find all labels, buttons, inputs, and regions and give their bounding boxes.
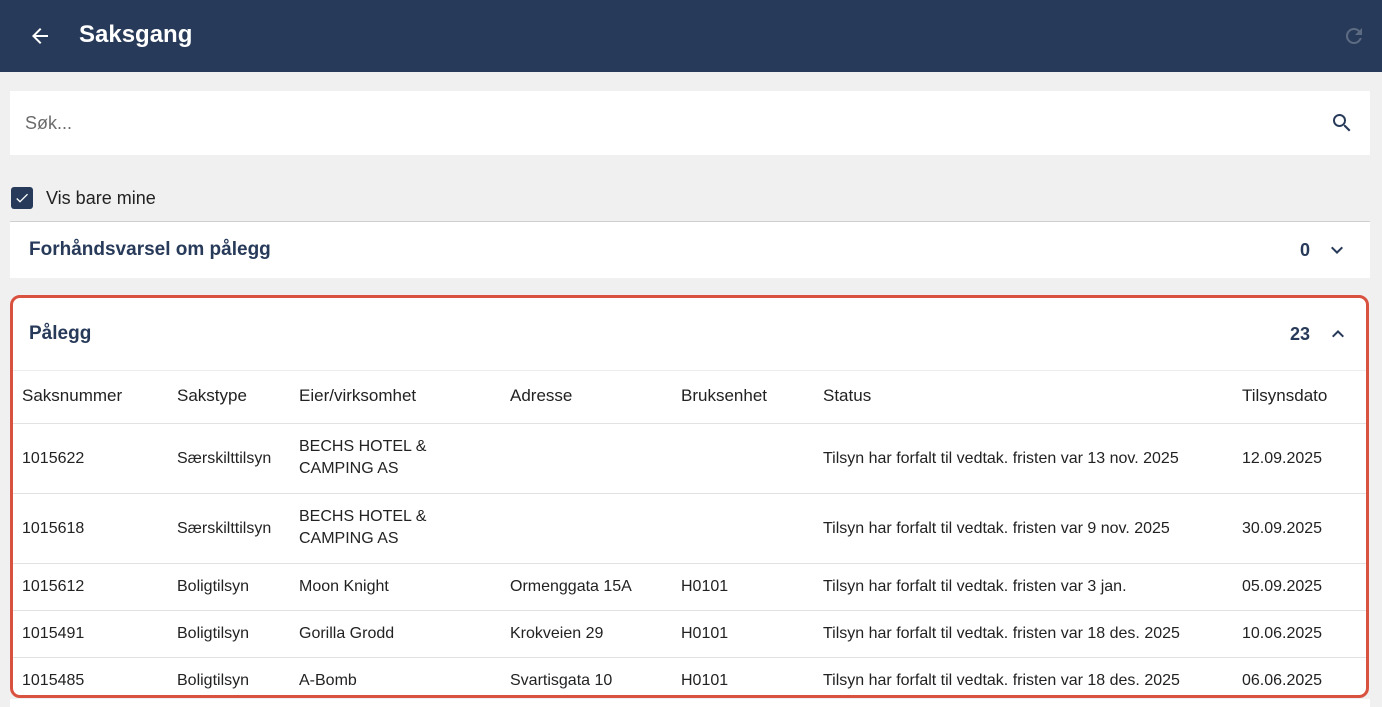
- refresh-icon: [1345, 27, 1362, 44]
- cell-sakstype: Boligtilsyn: [177, 578, 250, 595]
- cell-bruksenhet: H0101: [681, 672, 729, 689]
- table-row[interactable]: 1015612 Boligtilsyn Moon Knight Ormengga…: [13, 563, 1366, 610]
- search-button[interactable]: [1326, 107, 1358, 139]
- search-input[interactable]: [10, 91, 1310, 155]
- column-header-sakstype[interactable]: Sakstype: [177, 386, 247, 406]
- cell-saksnummer: 1015612: [22, 578, 85, 595]
- table-header: Saksnummer Sakstype Eier/virksomhet Adre…: [13, 371, 1366, 423]
- only-mine-label: Vis bare mine: [46, 187, 156, 208]
- cell-eier: Moon Knight: [299, 578, 389, 595]
- cell-eier: BECHS HOTEL & CAMPING AS: [299, 508, 427, 547]
- table-row[interactable]: 1015491 Boligtilsyn Gorilla Grodd Krokve…: [13, 610, 1366, 657]
- checkmark-icon: [16, 193, 28, 203]
- refresh-button[interactable]: [1338, 20, 1370, 52]
- table-row[interactable]: 1015622 Særskilttilsyn BECHS HOTEL & CAM…: [13, 423, 1366, 493]
- cell-status: Tilsyn har forfalt til vedtak. fristen v…: [823, 625, 1180, 642]
- cell-sakstype: Boligtilsyn: [177, 625, 250, 642]
- column-header-eier[interactable]: Eier/virksomhet: [299, 386, 416, 406]
- only-mine-checkbox[interactable]: [11, 187, 33, 209]
- cell-adresse: Krokveien 29: [510, 625, 604, 642]
- section-title: Forhåndsvarsel om pålegg: [29, 239, 271, 260]
- cell-saksnummer: 1015622: [22, 450, 85, 467]
- cell-bruksenhet: H0101: [681, 625, 729, 642]
- column-header-tilsynsdato[interactable]: Tilsynsdato: [1242, 386, 1327, 406]
- cell-sakstype: Boligtilsyn: [177, 672, 250, 689]
- cell-eier: BECHS HOTEL & CAMPING AS: [299, 438, 427, 477]
- next-section-edge: [10, 699, 1370, 707]
- cell-tilsynsdato: 06.06.2025: [1242, 672, 1323, 689]
- table-row[interactable]: 1015618 Særskilttilsyn BECHS HOTEL & CAM…: [13, 493, 1366, 563]
- expand-toggle[interactable]: [1325, 238, 1349, 262]
- section-count: 23: [1289, 324, 1310, 344]
- collapse-toggle[interactable]: [1326, 322, 1350, 346]
- cell-tilsynsdato: 05.09.2025: [1242, 578, 1323, 595]
- arrow-left-icon: [32, 28, 48, 44]
- page-title: Saksgang: [79, 21, 193, 48]
- cell-saksnummer: 1015485: [22, 672, 85, 689]
- cell-sakstype: Særskilttilsyn: [177, 520, 272, 537]
- section-count: 0: [1299, 240, 1310, 260]
- cell-saksnummer: 1015491: [22, 625, 85, 642]
- column-header-status[interactable]: Status: [823, 386, 871, 406]
- section-forhandsvarsel[interactable]: Forhåndsvarsel om pålegg 0: [10, 222, 1370, 278]
- cell-tilsynsdato: 10.06.2025: [1242, 625, 1323, 642]
- cell-tilsynsdato: 12.09.2025: [1242, 450, 1323, 467]
- section-title: Pålegg: [29, 323, 92, 344]
- column-header-saksnummer[interactable]: Saksnummer: [22, 386, 122, 406]
- column-header-bruksenhet[interactable]: Bruksenhet: [681, 386, 767, 406]
- back-button[interactable]: [24, 20, 56, 52]
- top-app-bar: Saksgang: [0, 0, 1382, 72]
- cell-status: Tilsyn har forfalt til vedtak. fristen v…: [823, 520, 1170, 537]
- cell-bruksenhet: H0101: [681, 578, 729, 595]
- column-header-adresse[interactable]: Adresse: [510, 386, 572, 406]
- cell-tilsynsdato: 30.09.2025: [1242, 520, 1323, 537]
- cell-status: Tilsyn har forfalt til vedtak. fristen v…: [823, 672, 1180, 689]
- chevron-down-icon: [1331, 246, 1343, 254]
- cell-status: Tilsyn har forfalt til vedtak. fristen v…: [823, 578, 1127, 595]
- table-row[interactable]: 1015485 Boligtilsyn A-Bomb Svartisgata 1…: [13, 657, 1366, 695]
- cell-adresse: Ormenggata 15A: [510, 578, 632, 595]
- cell-adresse: Svartisgata 10: [510, 672, 613, 689]
- chevron-up-icon: [1332, 330, 1344, 338]
- search-bar: [10, 91, 1370, 155]
- search-icon: [1333, 114, 1351, 132]
- cell-eier: A-Bomb: [299, 672, 357, 689]
- cell-eier: Gorilla Grodd: [299, 625, 395, 642]
- only-mine-filter[interactable]: Vis bare mine: [11, 186, 156, 210]
- section-header[interactable]: Pålegg 23: [13, 298, 1366, 370]
- cell-sakstype: Særskilttilsyn: [177, 450, 272, 467]
- cell-status: Tilsyn har forfalt til vedtak. fristen v…: [823, 450, 1179, 467]
- section-palegg: Pålegg 23 Saksnummer Sakstype Eier/virks…: [10, 295, 1369, 698]
- cell-saksnummer: 1015618: [22, 520, 85, 537]
